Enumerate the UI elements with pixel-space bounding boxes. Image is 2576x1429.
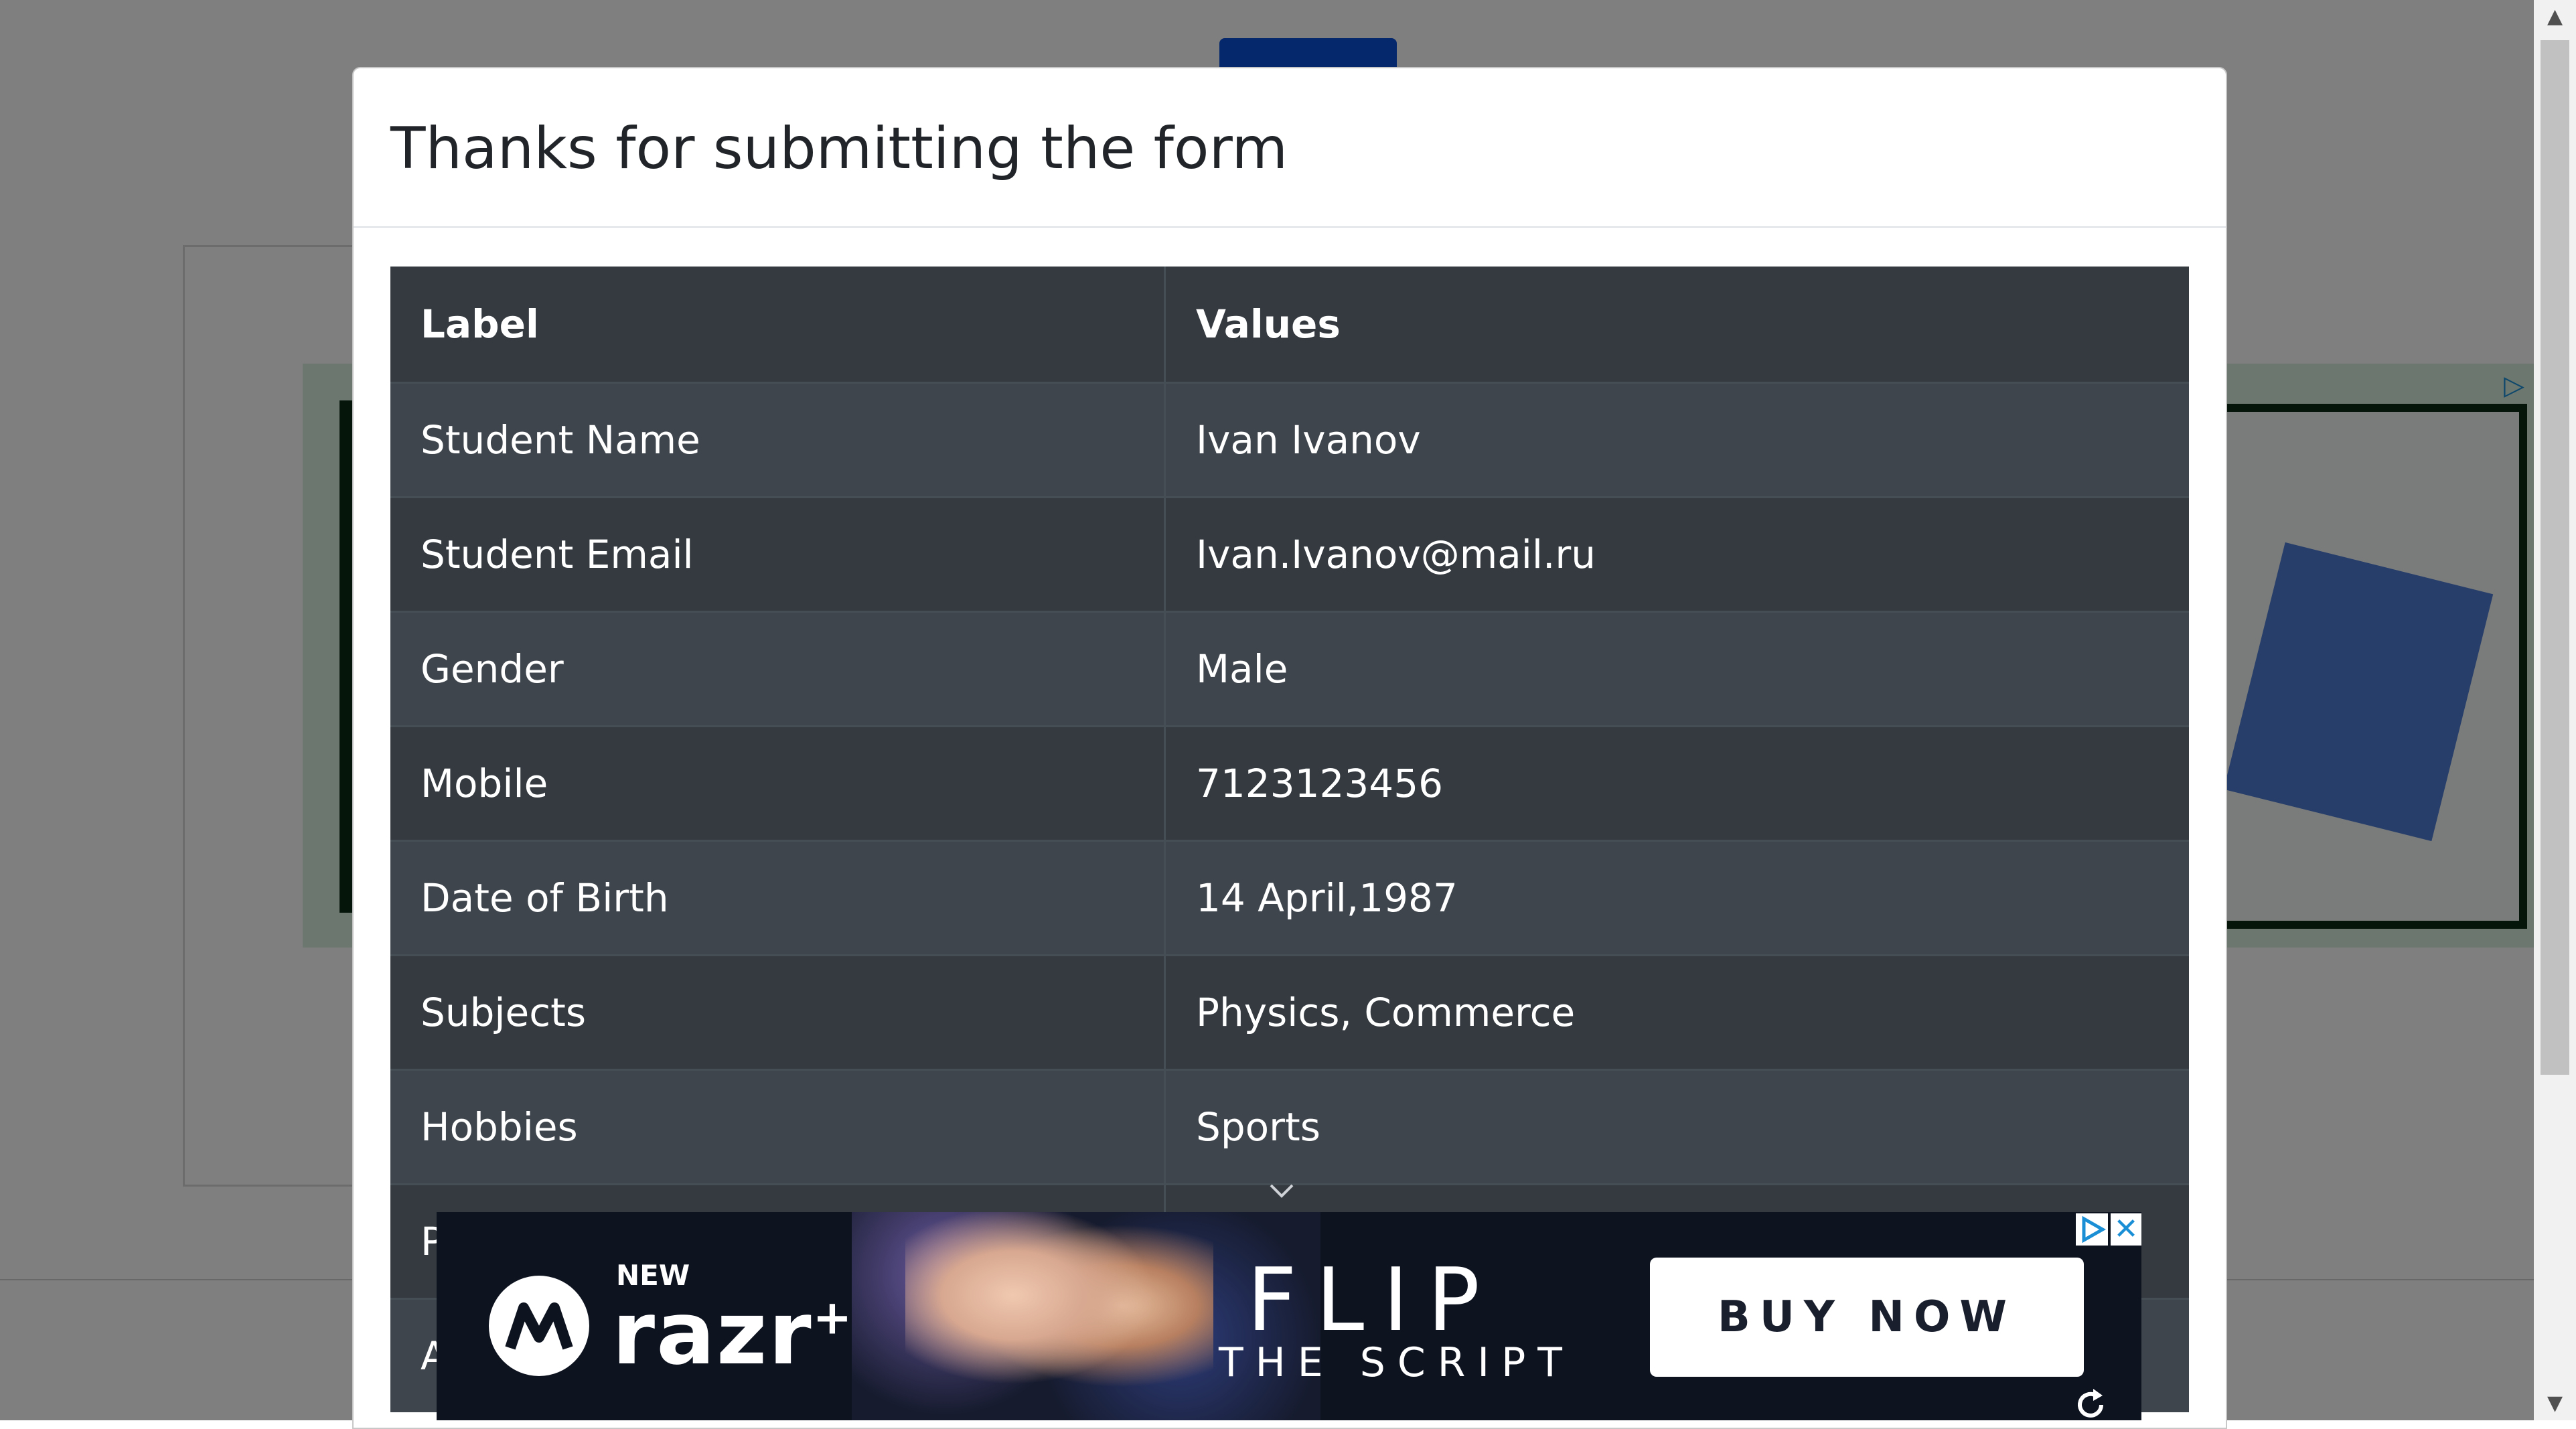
row-label: Hobbies — [390, 1069, 1166, 1185]
table-row: Student Name Ivan Ivanov — [390, 382, 2189, 498]
modal-title: Thanks for submitting the form — [390, 115, 1288, 182]
ad-brand: razr+ — [612, 1282, 854, 1384]
table-row: Subjects Physics, Commerce — [390, 954, 2189, 1070]
row-value: Ivan Ivanov — [1164, 382, 2189, 498]
row-label: Date of Birth — [390, 840, 1166, 956]
column-header-values: Values — [1196, 301, 1341, 347]
page-scrollbar[interactable]: ▲ ▼ — [2534, 0, 2576, 1420]
row-value: Male — [1164, 611, 2189, 727]
ad-banner[interactable]: NEW razr+ FLIP THE SCRIPT BUY NOW ✕ — [437, 1212, 2141, 1420]
row-value: Physics, Commerce — [1164, 954, 2189, 1070]
table-row: Mobile 7123123456 — [390, 725, 2189, 841]
table-row: Hobbies Sports — [390, 1069, 2189, 1185]
scrollbar-thumb[interactable] — [2541, 40, 2569, 1075]
row-label: Subjects — [390, 954, 1166, 1070]
ad-photo — [905, 1212, 1213, 1420]
row-label: Gender — [390, 611, 1166, 727]
table-row: Student Email Ivan.Ivanov@mail.ru — [390, 496, 2189, 612]
scroll-up-arrow-icon[interactable]: ▲ — [2534, 0, 2576, 33]
row-label: Student Name — [390, 382, 1166, 498]
row-label: Mobile — [390, 725, 1166, 841]
table-row: Date of Birth 14 April,1987 — [390, 840, 2189, 956]
table-header-row: Label Values — [390, 267, 2189, 383]
modal-header: Thanks for submitting the form — [354, 68, 2226, 228]
row-label: Student Email — [390, 496, 1166, 612]
scroll-down-arrow-icon[interactable]: ▼ — [2534, 1387, 2576, 1420]
row-value: 7123123456 — [1164, 725, 2189, 841]
refresh-icon — [2078, 1389, 2103, 1418]
adchoices-icon[interactable] — [2076, 1213, 2108, 1246]
buy-now-button[interactable]: BUY NOW — [1650, 1258, 2084, 1377]
ad-headline: FLIP — [1247, 1249, 1499, 1351]
row-value: Ivan.Ivanov@mail.ru — [1164, 496, 2189, 612]
ad-close-icon[interactable]: ✕ — [2111, 1213, 2141, 1246]
chevron-down-icon[interactable] — [1268, 1179, 1295, 1205]
row-value: Sports — [1164, 1069, 2189, 1185]
ad-subline: THE SCRIPT — [1219, 1339, 1574, 1386]
motorola-logo-icon — [489, 1276, 589, 1376]
table-row: Gender Male — [390, 611, 2189, 727]
row-value: 14 April,1987 — [1164, 840, 2189, 956]
column-header-label: Label — [390, 267, 1166, 383]
